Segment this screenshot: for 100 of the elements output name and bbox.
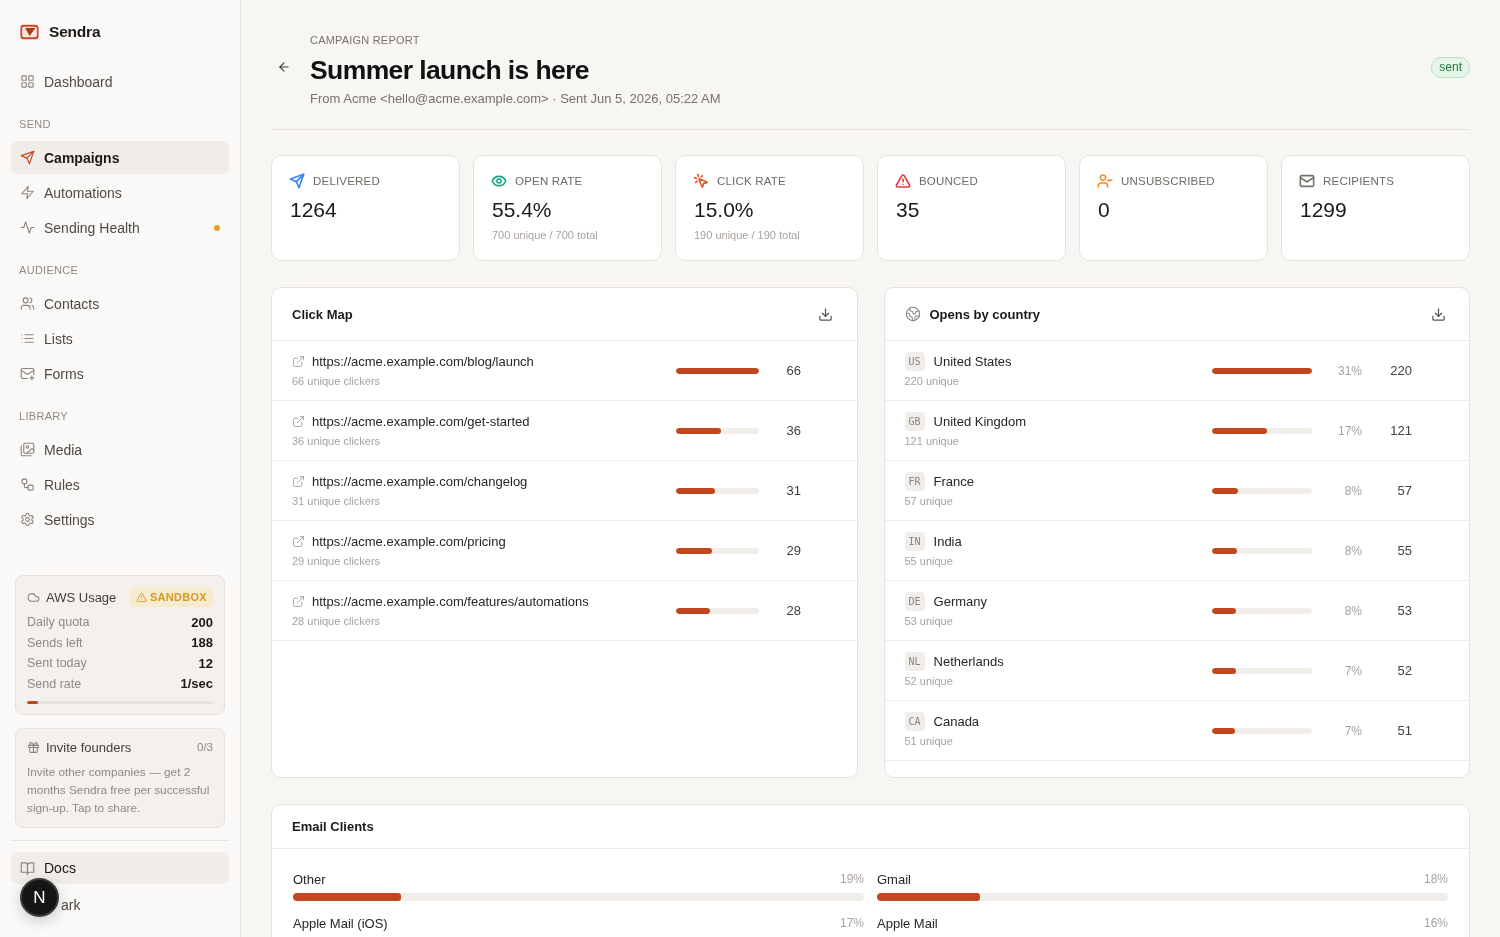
nav-item[interactable]: Lists (11, 322, 229, 355)
stat-label: UNSUBSCRIBED (1121, 175, 1215, 187)
open-count: 53 (1396, 603, 1412, 618)
stat-detail: 190 unique / 190 total (693, 228, 801, 242)
stat-value: 0 (1097, 198, 1111, 222)
link-detail: 29 unique clickers (292, 554, 382, 569)
stat-label: BOUNCED (919, 175, 978, 187)
panel-title: Click Map (292, 306, 353, 322)
pulse-icon (20, 220, 35, 235)
nav-item[interactable]: Media (11, 433, 229, 466)
external-link-icon (292, 355, 305, 368)
country-name: Germany (933, 594, 987, 609)
usage-title: AWS Usage (46, 589, 117, 605)
country-detail: 52 unique (904, 674, 954, 689)
stat-value: 55.4% (491, 198, 553, 222)
external-link-icon (292, 475, 305, 488)
nav-item[interactable]: Contacts (11, 287, 229, 320)
grid-icon (20, 74, 35, 89)
country-detail: 51 unique (904, 734, 954, 749)
country-name: Netherlands (933, 654, 1004, 669)
click-count: 36 (785, 423, 802, 438)
usage-label: Send rate (27, 676, 82, 691)
invite-count: 0/3 (197, 741, 213, 753)
invite-title: Invite founders (46, 739, 132, 755)
client-name: Apple Mail (877, 915, 938, 931)
country-name: United States (933, 354, 1012, 369)
nav-item[interactable]: Sending Health (11, 211, 229, 244)
mail-plus-icon (20, 366, 35, 381)
logo-icon (20, 24, 39, 40)
nav-item[interactable]: Automations (11, 176, 229, 209)
usage-label: Daily quota (27, 615, 90, 630)
section-heading: AUDIENCE (18, 263, 80, 277)
section-heading: LIBRARY (18, 409, 69, 423)
click-count: 29 (785, 543, 802, 558)
open-count: 52 (1396, 663, 1412, 678)
country-detail: 53 unique (904, 614, 954, 629)
nav-item[interactable]: Rules (11, 468, 229, 501)
link-detail: 66 unique clickers (292, 374, 382, 389)
country-code: US (904, 352, 925, 371)
usage-label: Sends left (27, 635, 83, 650)
country-code: GB (904, 412, 925, 431)
open-count: 220 (1389, 363, 1412, 378)
country-detail: 121 unique (904, 434, 960, 449)
share-percent: 8% (1343, 603, 1362, 618)
nav-item[interactable]: Settings (11, 503, 229, 536)
nav-item[interactable]: Campaigns (11, 141, 229, 174)
stat-value: 1264 (289, 198, 338, 222)
link-url: https://acme.example.com/pricing (312, 534, 506, 549)
client-name: Apple Mail (iOS) (293, 915, 388, 931)
page-title: Summer launch is here (310, 54, 590, 87)
country-code: DE (904, 592, 925, 611)
warning-icon (135, 591, 147, 603)
open-count: 57 (1396, 483, 1412, 498)
open-count: 51 (1396, 723, 1412, 738)
status-badge: sent (1431, 56, 1470, 78)
country-code: NL (904, 652, 925, 671)
client-share: 19% (839, 872, 864, 886)
usage-value: 200 (191, 614, 213, 630)
paper-plane-icon (20, 150, 35, 165)
country-name: India (933, 534, 962, 549)
client-share: 16% (1423, 916, 1448, 930)
external-link-icon (292, 535, 305, 548)
download-icon (818, 306, 833, 322)
nav-item[interactable]: Forms (11, 357, 229, 390)
open-count: 121 (1389, 423, 1412, 438)
globe-icon (904, 306, 921, 322)
country-code: CA (904, 712, 925, 731)
nav-item[interactable]: Dashboard (11, 65, 229, 98)
click-count: 31 (785, 483, 802, 498)
stat-label: RECIPIENTS (1323, 175, 1394, 187)
cloud-icon (27, 590, 40, 604)
panel-title: Opens by country (929, 306, 1041, 322)
stat-label: CLICK RATE (717, 175, 786, 187)
page-eyebrow: CAMPAIGN REPORT (310, 33, 421, 47)
nav-item[interactable]: ark (61, 889, 229, 921)
link-url: https://acme.example.com/features/automations (312, 594, 589, 609)
stat-label: DELIVERED (313, 175, 380, 187)
link-url: https://acme.example.com/blog/launch (312, 354, 534, 369)
stat-detail: 700 unique / 700 total (491, 228, 599, 242)
invite-text: Invite other companies — get 2 months Sendra free per successful sign-up. Tap to share. (27, 764, 211, 817)
workflow-icon (20, 477, 35, 492)
lightning-icon (20, 185, 35, 200)
stat-value: 15.0% (693, 198, 755, 222)
client-name: Other (293, 871, 326, 887)
click-count: 66 (785, 363, 802, 378)
country-code: FR (904, 472, 925, 491)
list-icon (20, 331, 35, 346)
usage-value: 12 (198, 655, 213, 671)
nav-item[interactable]: Docs (11, 852, 229, 884)
share-percent: 31% (1336, 363, 1362, 378)
panel-title: Email Clients (292, 819, 374, 834)
people-icon (20, 296, 35, 311)
external-link-icon (292, 595, 305, 608)
stat-value: 1299 (1299, 198, 1348, 222)
usage-value: 1/sec (180, 676, 213, 692)
country-name: United Kingdom (933, 414, 1027, 429)
share-percent: 7% (1343, 723, 1362, 738)
floating-button[interactable]: N (20, 878, 59, 917)
invite-card[interactable]: Invite founders 0/3 Invite other companies — get 2 months Sendra free per successful sign-up. Tap to share. (15, 728, 225, 828)
share-percent: 8% (1343, 543, 1362, 558)
